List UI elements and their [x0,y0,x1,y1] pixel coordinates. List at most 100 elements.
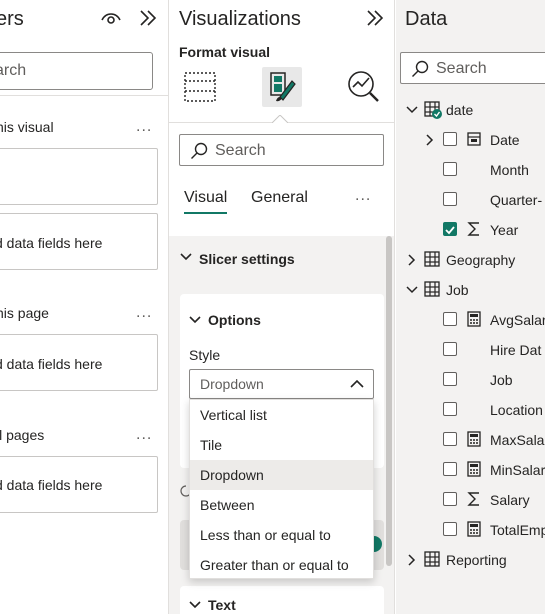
chevron-up-icon [350,380,364,388]
field-checkbox[interactable] [443,162,457,176]
more-options-icon[interactable]: ... [136,304,152,322]
search-placeholder: Search [436,60,487,77]
tree-item[interactable]: Quarter- [396,187,545,217]
tree-item[interactable]: Salary [396,487,545,517]
chevron-down-icon[interactable] [406,104,418,116]
tree-item-label: MaxSala [490,432,545,448]
chevron-right-icon[interactable] [406,254,418,266]
style-label: Style [189,347,221,363]
field-checkbox[interactable] [443,462,457,476]
field-checkbox[interactable] [443,402,457,416]
field-checkbox[interactable] [443,192,457,206]
tree-item[interactable]: TotalEmp [396,517,545,547]
tree-item-label: Hire Dat [490,342,542,358]
collapse-chevron-icon[interactable] [138,9,158,27]
tree-item[interactable]: MinSalar [396,457,545,487]
eye-icon[interactable] [100,9,122,27]
style-dropdown-menu: Vertical list Tile Dropdown Between Less… [189,399,374,579]
chevron-down-icon[interactable] [189,316,201,324]
build-visual-icon[interactable] [181,67,221,107]
field-checkbox[interactable] [443,222,457,236]
calculator-icon [467,431,481,447]
tree-item[interactable]: Location [396,397,545,427]
dropdown-option-less-than-or-equal[interactable]: Less than or equal to [190,520,373,550]
field-checkbox[interactable] [443,492,457,506]
tree-item-label: Year [490,222,519,238]
tree-item[interactable]: Hire Dat [396,337,545,367]
tree-item[interactable]: Geography [396,247,545,277]
search-icon [191,142,208,159]
chevron-down-icon [180,253,192,261]
more-options-icon[interactable]: ... [355,187,371,205]
well-hint: d data fields here [0,235,103,251]
table-icon [424,281,440,297]
chevron-down-icon[interactable] [406,284,418,296]
field-checkbox[interactable] [443,522,457,536]
chevron-down-icon[interactable] [189,601,201,609]
dropdown-option-dropdown[interactable]: Dropdown [190,460,373,490]
more-options-icon[interactable]: ... [136,118,152,136]
chevron-right-icon[interactable] [424,134,436,146]
dropdown-option-vertical-list[interactable]: Vertical list [190,400,373,430]
tree-item-label: Reporting [446,552,507,568]
tree-item-label: Job [446,282,469,298]
field-checkbox[interactable] [443,312,457,326]
tree-item[interactable]: Job [396,277,545,307]
tree-item[interactable]: Year [396,217,545,247]
filter-well-page[interactable]: d data fields here [0,334,158,391]
selected-tab-caret-icon [272,115,288,123]
tree-item[interactable]: Job [396,367,545,397]
visualizations-title: Visualizations [179,8,301,30]
tree-item-label: Location [490,402,543,418]
tree-item-label: TotalEmp [490,522,545,538]
tree-item-label: Geography [446,252,516,268]
tree-item[interactable]: MaxSala [396,427,545,457]
tree-item-label: Job [490,372,513,388]
tab-visual[interactable]: Visual [184,189,228,214]
style-dropdown[interactable]: Dropdown [189,369,374,399]
format-visual-tab[interactable] [262,67,302,107]
data-title: Data [405,8,448,30]
field-checkbox[interactable] [443,132,457,146]
dropdown-option-greater-than-or-equal[interactable]: Greater than or equal to [190,550,373,580]
tree-item[interactable]: Reporting [396,547,545,577]
calendar-icon [467,132,481,146]
tree-item[interactable]: Date [396,127,545,157]
sigma-icon [467,492,479,506]
table-icon [424,251,440,267]
field-checkbox[interactable] [443,432,457,446]
visualizations-search-input[interactable]: Search [179,134,384,166]
divider [0,95,168,96]
filter-well-visual[interactable] [0,148,158,205]
sigma-icon [467,222,479,236]
tree-item-label: AvgSalar [490,312,545,328]
filter-well-all-pages[interactable]: d data fields here [0,456,158,513]
well-hint: d data fields here [0,477,103,493]
tree-item[interactable]: Month [396,157,545,187]
filters-search-input[interactable]: arch [0,52,153,90]
text-card: Text [180,586,384,614]
filter-well-add[interactable]: d data fields here [0,213,158,270]
well-hint: d data fields here [0,356,103,372]
paintbrush-icon [270,72,296,102]
dropdown-option-tile[interactable]: Tile [190,430,373,460]
tree-item-label: Date [490,132,520,148]
slicer-settings-header[interactable]: Slicer settings [169,236,384,280]
field-checkbox[interactable] [443,372,457,386]
text-section-label: Text [208,597,236,613]
tree-item-label: date [446,102,474,118]
data-search-input[interactable]: Search [400,52,545,84]
tab-general[interactable]: General [251,189,308,207]
calculator-icon [467,311,481,327]
tree-item[interactable]: date [396,97,545,127]
analytics-icon[interactable] [343,67,383,107]
more-options-icon[interactable]: ... [136,426,152,444]
dropdown-option-between[interactable]: Between [190,490,373,520]
checkmark-icon [445,226,455,235]
tree-item[interactable]: AvgSalar [396,307,545,337]
filters-search-placeholder: arch [0,62,27,79]
field-checkbox[interactable] [443,342,457,356]
scrollbar[interactable] [386,236,392,566]
collapse-chevron-icon[interactable] [365,9,385,27]
chevron-right-icon[interactable] [406,554,418,566]
